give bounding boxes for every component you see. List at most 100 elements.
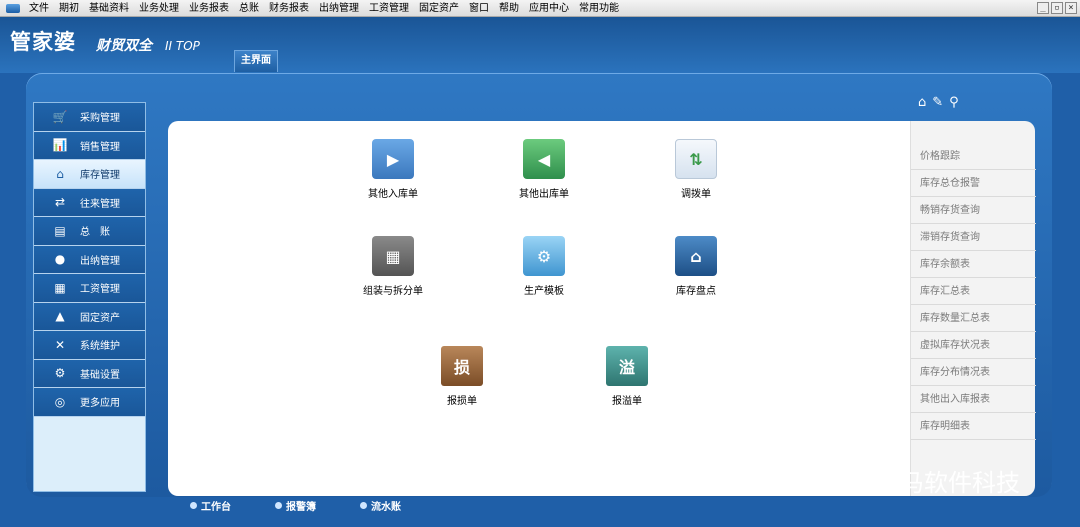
report-link[interactable]: 库存总仓报警 — [911, 170, 1036, 197]
sidebar-item-maintenance[interactable]: ✕ 系统维护 — [34, 331, 145, 360]
logo-version: II TOP — [165, 39, 200, 53]
home-icon[interactable]: ⌂ — [918, 96, 926, 110]
tab-alarm-book[interactable]: 报警簿 — [275, 498, 316, 513]
report-panel: 价格跟踪 库存总仓报警 畅销存货查询 滞销存货查询 库存余额表 库存汇总表 库存… — [910, 121, 1036, 496]
sidebar-item-label: 更多应用 — [80, 398, 120, 410]
close-button[interactable]: × — [1065, 2, 1077, 14]
window-controls: _ ▫ × — [1037, 2, 1077, 14]
func-loss-report[interactable]: 损 报损单 — [412, 346, 512, 407]
assembly-icon: ▦ — [372, 236, 414, 276]
menu-payroll[interactable]: 工资管理 — [364, 0, 414, 17]
menu-business[interactable]: 业务处理 — [134, 0, 184, 17]
func-label: 其他出库单 — [519, 189, 569, 200]
func-label: 其他入库单 — [368, 189, 418, 200]
watermark-text: 昆明逸马软件科技 — [828, 469, 1020, 497]
restore-button[interactable]: ▫ — [1051, 2, 1063, 14]
grid-icon: ▦ — [54, 280, 66, 295]
func-label: 库存盘点 — [676, 286, 716, 297]
house-icon: ⌂ — [56, 166, 64, 181]
menu-common-functions[interactable]: 常用功能 — [574, 0, 624, 17]
func-transfer[interactable]: ⇅ 调拨单 — [646, 139, 746, 200]
app-system-icon[interactable] — [6, 3, 20, 13]
sidebar-item-label: 往来管理 — [80, 198, 120, 210]
func-other-stock-in[interactable]: ▶ 其他入库单 — [343, 139, 443, 200]
sidebar-item-label: 工资管理 — [80, 284, 120, 296]
menu-financial-reports[interactable]: 财务报表 — [264, 0, 314, 17]
sidebar-item-more-apps[interactable]: ◎ 更多应用 — [34, 388, 145, 417]
func-production-template[interactable]: ⚙ 生产模板 — [494, 236, 594, 297]
sidebar-item-accounts[interactable]: ⇄ 往来管理 — [34, 188, 145, 217]
sidebar-item-inventory[interactable]: ⌂ 库存管理 — [34, 160, 145, 189]
minimize-button[interactable]: _ — [1037, 2, 1049, 14]
func-stock-take[interactable]: ⌂ 库存盘点 — [646, 236, 746, 297]
report-link[interactable]: 畅销存货查询 — [911, 197, 1036, 224]
stock-out-icon: ◀ — [523, 139, 565, 179]
func-label: 组装与拆分单 — [363, 286, 423, 297]
sidebar-item-ledger[interactable]: ▤ 总 账 — [34, 217, 145, 246]
func-label: 报溢单 — [612, 396, 642, 407]
func-overflow-report[interactable]: 溢 报溢单 — [577, 346, 677, 407]
menu-app-center[interactable]: 应用中心 — [524, 0, 574, 17]
overflow-book-icon: 溢 — [606, 346, 648, 386]
sidebar-item-payroll[interactable]: ▦ 工资管理 — [34, 274, 145, 303]
stock-in-icon: ▶ — [372, 139, 414, 179]
tab-label: 报警簿 — [286, 502, 316, 513]
menu-opening[interactable]: 期初 — [54, 0, 84, 17]
cart-icon: 🛒 — [52, 109, 68, 124]
tab-label: 流水账 — [371, 502, 401, 513]
tab-label: 工作台 — [201, 502, 231, 513]
report-link[interactable]: 库存数量汇总表 — [911, 305, 1036, 332]
menu-business-reports[interactable]: 业务报表 — [184, 0, 234, 17]
search-icon[interactable]: ⚲ — [949, 96, 959, 110]
sidebar-item-fixed-assets[interactable]: ▲ 固定资产 — [34, 302, 145, 331]
menu-general-ledger[interactable]: 总账 — [234, 0, 264, 17]
menu-window[interactable]: 窗口 — [464, 0, 494, 17]
bullet-icon — [360, 502, 367, 509]
bullet-icon — [275, 502, 282, 509]
sidebar-item-cashier[interactable]: ● 出纳管理 — [34, 245, 145, 274]
exchange-icon: ⇄ — [54, 195, 66, 210]
assets-icon: ▲ — [55, 309, 65, 324]
report-link[interactable]: 滞销存货查询 — [911, 224, 1036, 251]
sidebar-item-label: 出纳管理 — [80, 255, 120, 267]
sidebar-item-label: 销售管理 — [80, 141, 120, 153]
report-link[interactable]: 库存分布情况表 — [911, 359, 1036, 386]
sidebar-item-label: 系统维护 — [80, 341, 120, 353]
logo-main: 管家婆 — [10, 29, 76, 54]
func-other-stock-out[interactable]: ◀ 其他出库单 — [494, 139, 594, 200]
menu-help[interactable]: 帮助 — [494, 0, 524, 17]
watermark: 昆明逸马软件科技 — [782, 463, 1020, 498]
menu-fixed-assets[interactable]: 固定资产 — [414, 0, 464, 17]
gear-icon: ⚙ — [54, 366, 66, 381]
report-link[interactable]: 库存余额表 — [911, 251, 1036, 278]
report-link[interactable]: 库存汇总表 — [911, 278, 1036, 305]
tools-icon: ✕ — [54, 337, 66, 352]
report-link[interactable]: 虚拟库存状况表 — [911, 332, 1036, 359]
menu-basic-data[interactable]: 基础资料 — [84, 0, 134, 17]
loss-book-icon: 损 — [441, 346, 483, 386]
app-header — [0, 17, 1080, 73]
func-label: 报损单 — [447, 396, 477, 407]
report-link[interactable]: 价格跟踪 — [911, 143, 1036, 170]
menu-cashier[interactable]: 出纳管理 — [314, 0, 364, 17]
report-link[interactable]: 库存明细表 — [911, 413, 1036, 440]
sidebar-item-sales[interactable]: 📊 销售管理 — [34, 131, 145, 160]
target-icon: ◎ — [54, 394, 66, 409]
production-gear-icon: ⚙ — [523, 236, 565, 276]
ledger-icon: ▤ — [54, 223, 66, 238]
sidebar-item-settings[interactable]: ⚙ 基础设置 — [34, 359, 145, 388]
func-assembly[interactable]: ▦ 组装与拆分单 — [343, 236, 443, 297]
tag-icon[interactable]: ✎ — [932, 96, 943, 110]
sidebar-item-purchase[interactable]: 🛒 采购管理 — [34, 103, 145, 132]
func-label: 调拨单 — [681, 189, 711, 200]
bottom-tabs: 工作台 报警簿 流水账 — [190, 498, 445, 513]
menu-file[interactable]: 文件 — [24, 0, 54, 17]
sidebar-item-label: 采购管理 — [80, 113, 120, 125]
tab-workbench[interactable]: 工作台 — [190, 498, 231, 513]
tab-journal[interactable]: 流水账 — [360, 498, 401, 513]
logo-subtitle: 财贸双全 — [96, 38, 152, 54]
report-link[interactable]: 其他出入库报表 — [911, 386, 1036, 413]
menu-bar: 文件 期初 基础资料 业务处理 业务报表 总账 财务报表 出纳管理 工资管理 固… — [0, 0, 1080, 17]
wechat-icon — [783, 468, 817, 493]
tab-main[interactable]: 主界面 — [234, 50, 278, 72]
